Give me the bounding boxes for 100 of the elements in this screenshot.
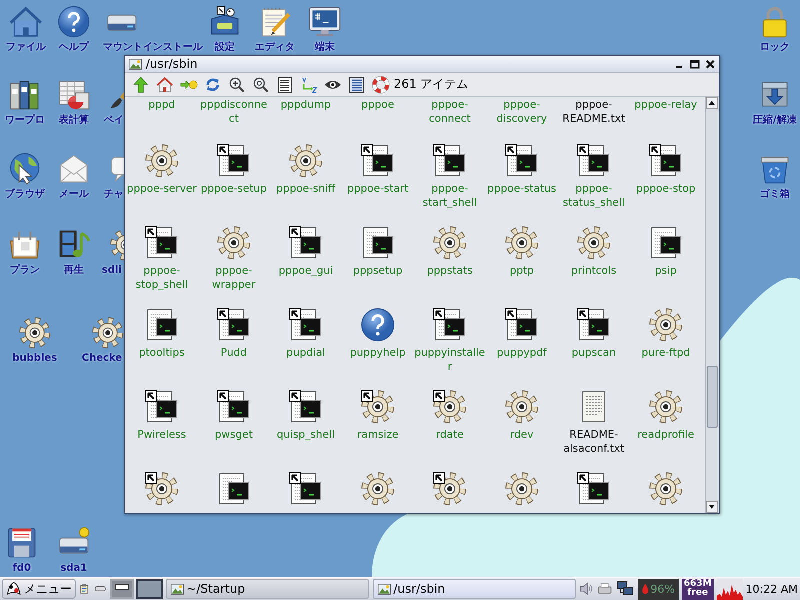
file-name[interactable]: pptp [510, 264, 534, 278]
gear-icon[interactable] [360, 471, 396, 507]
list-icon[interactable] [348, 76, 366, 94]
zoom-fit-icon[interactable] [252, 76, 270, 94]
task-button[interactable]: /usr/sbin [372, 579, 576, 599]
file-name[interactable]: pppoe-connect [414, 98, 486, 126]
icon-label[interactable]: ファイル [6, 41, 46, 54]
script-shortcut-icon[interactable] [576, 471, 612, 507]
icon-label[interactable]: ブラウザ [5, 188, 45, 201]
script-shortcut-icon[interactable] [432, 143, 468, 179]
gear-icon[interactable] [648, 307, 684, 343]
file-name[interactable]: pppoe [362, 98, 394, 112]
icon-label[interactable]: 表計算 [59, 114, 89, 127]
icon-label[interactable]: sda1 [60, 562, 88, 575]
file-name[interactable]: ptooltips [139, 346, 185, 360]
file-name[interactable]: printcols [571, 264, 617, 278]
script-shortcut-icon[interactable] [576, 307, 612, 343]
file-name[interactable]: ramsize [357, 428, 399, 442]
icon-label[interactable]: チャ [104, 188, 124, 201]
file-name[interactable]: readprofile [638, 428, 694, 442]
task-button[interactable]: ~/Startup [166, 579, 369, 599]
gear-shortcut-icon[interactable] [432, 471, 468, 507]
script-shortcut-icon[interactable] [648, 143, 684, 179]
zoom-in-icon[interactable] [228, 76, 246, 94]
scroll-up-icon[interactable] [706, 97, 718, 109]
icon-label[interactable]: ゴミ箱 [760, 188, 790, 201]
scroll-down-icon[interactable] [706, 501, 718, 513]
refresh-icon[interactable] [204, 76, 222, 94]
script-shortcut-icon[interactable] [144, 225, 180, 261]
icon-label[interactable]: ヘルプ [59, 41, 89, 54]
script-shortcut-icon[interactable] [288, 471, 324, 507]
help-icon[interactable] [360, 307, 396, 343]
script-shortcut-icon[interactable] [576, 143, 612, 179]
gear-icon[interactable] [504, 225, 540, 261]
script-shortcut-icon[interactable] [216, 143, 252, 179]
clock[interactable]: 10:22 AM [746, 582, 800, 596]
script-shortcut-icon[interactable] [504, 307, 540, 343]
script-shortcut-icon[interactable] [288, 307, 324, 343]
file-name[interactable]: README-alsaconf.txt [558, 428, 630, 456]
gear-shortcut-icon[interactable] [144, 471, 180, 507]
gear-icon[interactable] [648, 389, 684, 425]
icon-label[interactable]: 圧縮/解凍 [753, 114, 797, 127]
icon-label[interactable]: 再生 [64, 264, 84, 277]
gear-shortcut-icon[interactable] [360, 389, 396, 425]
house-icon[interactable] [156, 76, 174, 94]
gear-icon[interactable] [648, 471, 684, 507]
script-shortcut-icon[interactable] [432, 307, 468, 343]
script-shortcut-icon[interactable] [288, 225, 324, 261]
globe-icon[interactable] [8, 152, 42, 186]
file-name[interactable]: puppyinstaller [414, 346, 486, 374]
file-name[interactable]: pppstats [427, 264, 473, 278]
menu-icon[interactable] [6, 581, 22, 597]
file-name[interactable]: pppoe-status_shell [558, 182, 630, 210]
file-name[interactable]: pwsget [215, 428, 253, 442]
maximize-icon[interactable] [690, 60, 700, 68]
help-icon[interactable] [57, 5, 91, 39]
file-name[interactable]: pppoe_gui [278, 264, 334, 278]
menu-button[interactable]: メニュー [2, 579, 76, 599]
lifebuoy-icon[interactable] [372, 76, 390, 94]
gear-icon[interactable] [18, 316, 52, 350]
file-name[interactable]: rdate [436, 428, 464, 442]
gear-icon[interactable] [576, 225, 612, 261]
scrollbar[interactable] [705, 97, 719, 513]
file-name[interactable]: rdev [510, 428, 534, 442]
file-name[interactable]: pupdial [286, 346, 326, 360]
file-name[interactable]: pppoe-sniff [276, 182, 336, 196]
file-name[interactable]: pure-ftpd [642, 346, 690, 360]
file-name[interactable]: Pwireless [138, 428, 186, 442]
details-list-icon[interactable] [276, 76, 294, 94]
file-name[interactable]: pppoe-start [347, 182, 409, 196]
terminal-icon[interactable] [308, 5, 342, 39]
file-name[interactable]: pppoe-setup [200, 182, 268, 196]
close-icon[interactable] [706, 60, 715, 68]
icon-label[interactable]: エディタ [255, 41, 295, 54]
file-name[interactable]: puppypdf [497, 346, 547, 360]
gear-icon[interactable] [432, 225, 468, 261]
file-name[interactable]: pppoe-stop [636, 182, 696, 196]
file-name[interactable]: pppsetup [353, 264, 403, 278]
file-name[interactable]: pppoe-discovery [486, 98, 558, 126]
file-name[interactable]: pppdump [280, 98, 332, 112]
icon-label[interactable]: ペイ [104, 114, 124, 127]
icon-label[interactable]: sdli [102, 264, 122, 277]
file-name[interactable]: pppdisconnect [198, 98, 270, 126]
icon-label[interactable]: ロック [760, 41, 790, 54]
network-icon[interactable] [616, 580, 635, 598]
up-arrow-icon[interactable] [132, 76, 150, 94]
file-name[interactable]: psip [655, 264, 677, 278]
icon-label[interactable]: 設定 [215, 41, 235, 54]
file-name[interactable]: pppoe-server [127, 182, 197, 196]
icon-label[interactable]: ワープロ [5, 114, 45, 127]
file-name[interactable]: Pudd [220, 346, 248, 360]
printer-icon[interactable] [596, 581, 614, 597]
gear-shortcut-icon[interactable] [432, 389, 468, 425]
gear-icon[interactable] [288, 143, 324, 179]
sort-icon[interactable] [300, 76, 318, 94]
desktop-pager[interactable] [110, 579, 134, 599]
script-shortcut-icon[interactable] [216, 307, 252, 343]
file-name[interactable]: pppoe-status [488, 182, 556, 196]
script-shortcut-icon[interactable] [144, 389, 180, 425]
gear-icon[interactable] [504, 471, 540, 507]
